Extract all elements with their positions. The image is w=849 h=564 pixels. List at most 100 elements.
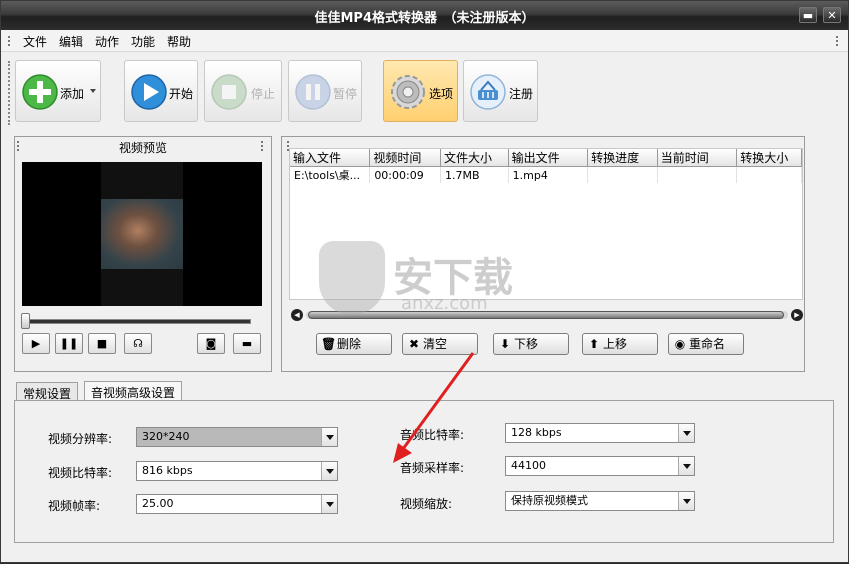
audio-bitrate-value: 128 kbps [511, 426, 562, 439]
add-icon [22, 74, 58, 110]
start-button[interactable]: 开始 [124, 60, 198, 122]
add-label: 添加 [60, 87, 85, 101]
tab-av-advanced[interactable]: 音视频高级设置 [84, 381, 183, 401]
minimize-button[interactable]: ▬ [799, 7, 817, 23]
video-resolution-label: 视频分辨率: [48, 432, 113, 446]
watermark-logo: 安下载 anxz.com [319, 241, 544, 321]
delete-button[interactable]: 🗑删除 [316, 333, 392, 355]
video-canvas [22, 162, 262, 306]
add-button[interactable]: 添加 [15, 60, 101, 122]
pause-small-icon: ❚❚ [59, 337, 79, 350]
menubar-grip-right-icon[interactable] [836, 36, 839, 46]
seek-handle[interactable] [21, 313, 30, 329]
stop-button[interactable]: 停止 [204, 60, 282, 122]
open-folder-button[interactable]: ▬ [233, 333, 261, 354]
rename-label: 重命名 [689, 337, 726, 351]
audio-bitrate-select[interactable]: 128 kbps [505, 423, 695, 443]
col-converted-size[interactable]: 转换大小 [736, 149, 802, 167]
video-scale-label: 视频缩放: [400, 497, 453, 511]
menubar-grip-icon[interactable] [8, 36, 11, 46]
toolbar-grip-icon[interactable] [8, 61, 11, 125]
menu-help[interactable]: 帮助 [167, 33, 191, 50]
video-bitrate-select[interactable]: 816 kbps [136, 461, 338, 481]
seek-track[interactable] [25, 319, 251, 324]
register-button[interactable]: 注册 [463, 60, 538, 122]
cell-output-file: 1.mp4 [508, 166, 589, 183]
col-current-time[interactable]: 当前时间 [657, 149, 738, 167]
video-resolution-select[interactable]: 320*240 [136, 427, 338, 447]
rename-button[interactable]: ◉ 重命名 [668, 333, 744, 355]
menu-action[interactable]: 动作 [95, 33, 119, 50]
video-scale-select[interactable]: 保持原视频模式 [505, 491, 695, 511]
move-down-button[interactable]: ⬇ 下移 [493, 333, 569, 355]
scroll-right-icon[interactable]: ▶ [791, 309, 803, 321]
cell-progress [587, 166, 658, 183]
camera-icon: ◙ [205, 337, 217, 350]
rename-icon: ◉ [674, 337, 686, 351]
headphone-button[interactable]: ☊ [124, 333, 152, 354]
col-progress[interactable]: 转换进度 [587, 149, 658, 167]
video-fps-label: 视频帧率: [48, 499, 101, 513]
register-label: 注册 [509, 87, 534, 101]
video-preview-panel: 视频预览 ▶ ❚❚ ■ ☊ ◙ ▬ [14, 136, 272, 372]
pause-label: 暂停 [333, 87, 358, 101]
menu-function[interactable]: 功能 [131, 33, 155, 50]
options-label: 选项 [429, 87, 454, 101]
stop-icon [211, 74, 247, 110]
x-icon: ✖ [408, 337, 420, 351]
tab-general[interactable]: 常规设置 [16, 382, 79, 401]
chevron-down-icon[interactable] [678, 424, 694, 442]
move-up-button[interactable]: ⬆ 上移 [582, 333, 658, 355]
folder-icon: ▬ [241, 337, 253, 350]
chevron-down-icon[interactable] [321, 428, 337, 446]
shield-icon [319, 241, 385, 315]
video-scale-value: 保持原视频模式 [511, 494, 588, 507]
snapshot-button[interactable]: ◙ [197, 333, 225, 354]
video-fps-select[interactable]: 25.00 [136, 494, 338, 514]
close-button[interactable]: ✕ [823, 7, 841, 23]
watermark-subtext: anxz.com [401, 293, 488, 314]
scroll-left-icon[interactable]: ◀ [291, 309, 303, 321]
add-dropdown-icon[interactable] [90, 89, 96, 93]
chevron-down-icon[interactable] [678, 492, 694, 510]
table-row[interactable]: E:\tools\桌... 00:00:09 1.7MB 1.mp4 [290, 166, 802, 183]
video-frame-image [101, 199, 183, 269]
preview-grip-right-icon[interactable] [261, 141, 264, 151]
chevron-down-icon[interactable] [321, 462, 337, 480]
audio-bitrate-label: 音频比特率: [400, 428, 465, 442]
video-bitrate-value: 816 kbps [142, 464, 193, 477]
play-small-icon: ▶ [31, 337, 41, 350]
menu-edit[interactable]: 编辑 [59, 33, 83, 50]
clear-label: 清空 [423, 337, 448, 351]
window-title: 佳佳MP4格式转换器 （未注册版本） [314, 11, 535, 26]
video-bitrate-label: 视频比特率: [48, 466, 113, 480]
cell-current-time [657, 166, 738, 183]
stop-label: 停止 [251, 87, 276, 101]
audio-samplerate-select[interactable]: 44100 [505, 456, 695, 476]
trash-icon: 🗑 [321, 337, 337, 351]
pause-icon [295, 74, 331, 110]
stop-control-button[interactable]: ■ [88, 333, 116, 354]
col-output-file[interactable]: 输出文件 [508, 149, 589, 167]
chevron-down-icon[interactable] [678, 457, 694, 475]
audio-samplerate-value: 44100 [511, 459, 546, 472]
menu-bar: 文件 编辑 动作 功能 帮助 [1, 30, 848, 52]
arrow-down-icon: ⬇ [499, 337, 511, 351]
col-video-time[interactable]: 视频时间 [369, 149, 441, 167]
chevron-down-icon[interactable] [321, 495, 337, 513]
delete-label: 删除 [337, 337, 362, 351]
col-input-file[interactable]: 输入文件 [290, 149, 371, 167]
cell-input-file: E:\tools\桌... [290, 166, 371, 183]
col-file-size[interactable]: 文件大小 [440, 149, 509, 167]
title-bar[interactable]: 佳佳MP4格式转换器 （未注册版本） ▬ ✕ [1, 1, 848, 30]
video-fps-value: 25.00 [142, 497, 174, 510]
clear-button[interactable]: ✖ 清空 [402, 333, 478, 355]
start-label: 开始 [169, 87, 194, 101]
menu-file[interactable]: 文件 [23, 33, 47, 50]
toolbar: 添加 开始 停止 暂停 选项 注册 [1, 53, 848, 130]
move-down-label: 下移 [514, 337, 539, 351]
pause-button[interactable]: 暂停 [288, 60, 362, 122]
pause-control-button[interactable]: ❚❚ [55, 333, 83, 354]
play-control-button[interactable]: ▶ [22, 333, 50, 354]
options-button[interactable]: 选项 [383, 60, 458, 122]
